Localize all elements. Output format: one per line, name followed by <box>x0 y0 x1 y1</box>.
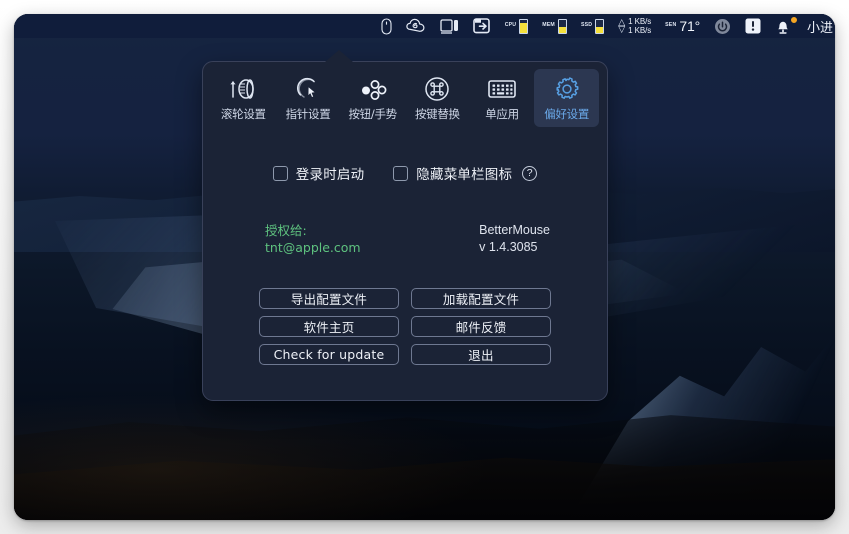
popover-toolbar: 滚轮设置 指针设置 按钮/手势 按键替换 单应用 偏好设置 <box>203 62 607 127</box>
quit-button[interactable]: 退出 <box>411 344 551 365</box>
help-icon[interactable]: ? <box>522 165 538 181</box>
tab-pointer-settings[interactable]: 指针设置 <box>276 69 341 127</box>
menu-mouse-icon[interactable] <box>374 14 399 38</box>
sensor-label-text: SEN <box>665 22 677 29</box>
scroll-wheel-icon <box>228 76 258 102</box>
alert-square-icon <box>745 18 761 34</box>
network-arrow-down: ▽ <box>618 24 626 34</box>
desktop: CPU MEM SSD △ ▽ 1 KB/s 1 KB/s SEN 71° 小进… <box>14 14 835 520</box>
power-circle-icon <box>714 18 730 34</box>
stat-label-cpu: CPU <box>505 23 517 29</box>
tab-preferences[interactable]: 偏好设置 <box>534 69 600 127</box>
tab-single-app[interactable]: 单应用 <box>470 69 535 127</box>
mouse-icon <box>381 17 392 35</box>
app-version: v 1.4.3085 <box>479 240 538 254</box>
menu-export-icon[interactable] <box>466 14 498 38</box>
network-speed-down: 1 KB/s <box>628 26 652 35</box>
stat-label-mem-text: MEM <box>542 22 555 29</box>
network-arrows-icon: △ ▽ <box>618 18 626 34</box>
checkbox-launch-at-login[interactable]: 登录时启动 <box>272 163 365 183</box>
stat-bar-cpu-fill <box>520 23 528 33</box>
menu-alert-square[interactable] <box>738 14 768 38</box>
sensor-label: SEN <box>665 23 676 29</box>
checkbox-hide-menubar-icon-label: 隐藏菜单栏图标 <box>416 167 513 183</box>
menu-notification-bell[interactable] <box>768 14 800 38</box>
gear-icon <box>554 76 580 102</box>
menu-stat-mem[interactable]: MEM <box>535 14 574 38</box>
stat-label-cpu-text: CPU <box>504 22 517 29</box>
tab-buttons-gestures[interactable]: 按钮/手势 <box>340 69 405 127</box>
tab-buttons-gestures-label: 按钮/手势 <box>348 107 397 121</box>
stat-bar-ssd-fill <box>596 27 604 33</box>
load-config-button[interactable]: 加载配置文件 <box>411 288 551 309</box>
stat-bar-cpu <box>519 18 529 34</box>
export-icon <box>472 18 490 34</box>
checkbox-hide-menubar-icon-box[interactable] <box>393 165 409 181</box>
mail-feedback-button[interactable]: 邮件反馈 <box>411 316 551 337</box>
tab-scroll-settings[interactable]: 滚轮设置 <box>211 69 276 127</box>
stat-bar-mem <box>557 18 567 34</box>
menu-network-speed[interactable]: △ ▽ 1 KB/s 1 KB/s <box>611 14 658 38</box>
license-block: 授权给: tnt@apple.com <box>265 222 361 256</box>
menu-cloud-icon[interactable] <box>399 14 433 38</box>
license-title: 授权给: <box>265 223 307 238</box>
tab-preferences-label: 偏好设置 <box>544 107 590 121</box>
keyboard-icon <box>487 76 517 102</box>
export-config-button[interactable]: 导出配置文件 <box>259 288 399 309</box>
notification-badge <box>789 16 798 24</box>
menu-window-split-icon[interactable] <box>433 14 466 38</box>
app-info-block: BetterMouse v 1.4.3085 <box>479 222 550 256</box>
checkbox-launch-at-login-label: 登录时启动 <box>295 167 365 183</box>
checkbox-hide-menubar-icon[interactable]: 隐藏菜单栏图标 ? <box>393 163 538 183</box>
menu-stat-cpu[interactable]: CPU <box>498 14 536 38</box>
check-for-update-button[interactable]: Check for update <box>259 344 399 365</box>
homepage-button[interactable]: 软件主页 <box>259 316 399 337</box>
tab-key-remap[interactable]: 按键替换 <box>405 69 470 127</box>
page-root: CPU MEM SSD △ ▽ 1 KB/s 1 KB/s SEN 71° 小进… <box>0 0 849 534</box>
window-split-icon <box>440 19 458 34</box>
bettermouse-popover: 滚轮设置 指针设置 按钮/手势 按键替换 单应用 偏好设置 登录时启动 隐藏菜单… <box>202 61 608 401</box>
command-key-icon <box>424 76 450 102</box>
menu-bar: CPU MEM SSD △ ▽ 1 KB/s 1 KB/s SEN 71° 小进 <box>14 14 835 38</box>
action-button-grid: 导出配置文件 加载配置文件 软件主页 邮件反馈 Check for update… <box>203 288 607 365</box>
cloud-icon <box>405 18 425 32</box>
stat-label-ssd: SSD <box>581 23 592 29</box>
tab-single-app-label: 单应用 <box>485 107 519 121</box>
preferences-checkbox-row: 登录时启动 隐藏菜单栏图标 ? <box>203 163 607 183</box>
app-name: BetterMouse <box>479 223 550 237</box>
pointer-cursor-icon <box>294 76 322 102</box>
buttons-gesture-icon <box>358 76 388 102</box>
tab-scroll-settings-label: 滚轮设置 <box>220 107 266 121</box>
stat-label-ssd-text: SSD <box>580 22 593 29</box>
stat-bar-mem-fill <box>558 26 566 33</box>
tab-pointer-settings-label: 指针设置 <box>285 107 331 121</box>
menu-stat-ssd[interactable]: SSD <box>574 14 611 38</box>
menu-power-circle[interactable] <box>707 14 738 38</box>
network-speed-up: 1 KB/s <box>628 17 652 26</box>
stat-bar-ssd <box>595 18 605 34</box>
menu-user-label[interactable]: 小进 <box>800 14 833 38</box>
sensor-temp-value: 71° <box>679 18 700 34</box>
network-speed-values: 1 KB/s 1 KB/s <box>628 17 651 35</box>
checkbox-launch-at-login-box[interactable] <box>272 165 288 181</box>
tab-key-remap-label: 按键替换 <box>414 107 460 121</box>
license-info-row: 授权给: tnt@apple.com BetterMouse v 1.4.308… <box>203 222 607 256</box>
license-email: tnt@apple.com <box>265 240 361 255</box>
menu-sensor-temp[interactable]: SEN 71° <box>658 14 707 38</box>
stat-label-mem: MEM <box>542 23 555 29</box>
wallpaper-warm-tint <box>14 394 491 520</box>
